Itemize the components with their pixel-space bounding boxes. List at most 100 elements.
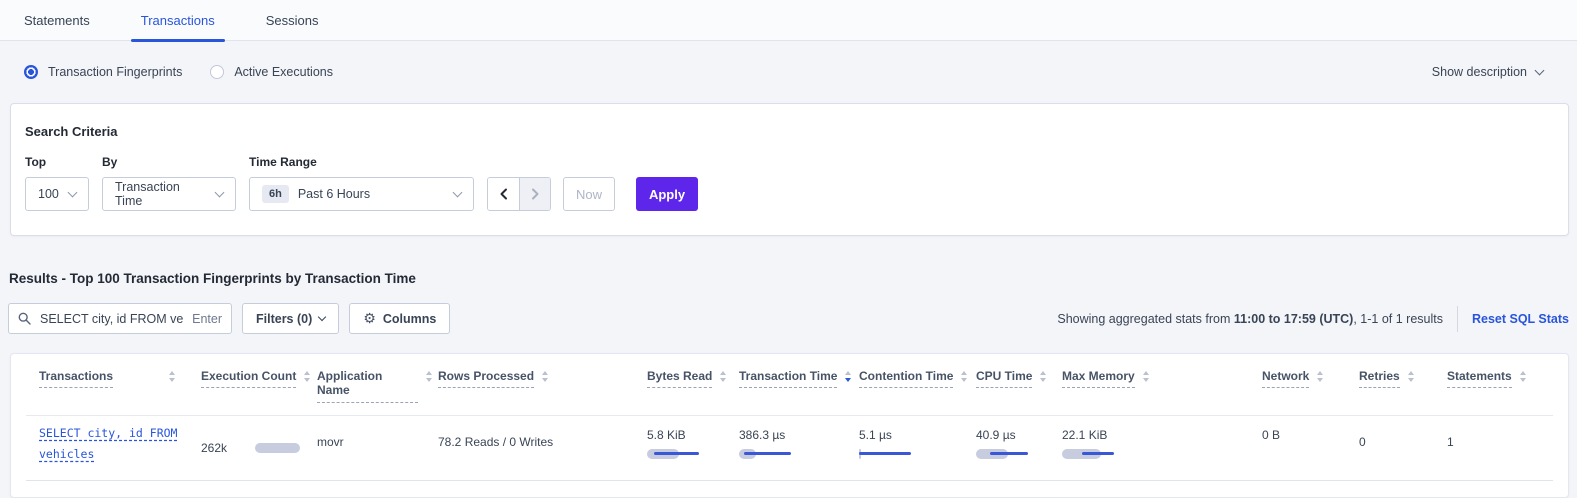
column-header-execution-count[interactable]: Execution Count [201, 369, 317, 403]
search-criteria-card: Search Criteria Top 100 By Transaction T… [10, 103, 1569, 236]
tab-statements[interactable]: Statements [14, 0, 100, 40]
column-header-max-memory[interactable]: Max Memory [1062, 369, 1262, 403]
radio-label: Active Executions [234, 65, 333, 79]
aggregated-stats-area: Showing aggregated stats from 11:00 to 1… [1057, 306, 1569, 332]
sort-icon[interactable] [1143, 371, 1149, 382]
chevron-down-icon [215, 187, 225, 197]
results-heading: Results - Top 100 Transaction Fingerprin… [9, 271, 1577, 286]
chevron-right-icon [528, 187, 542, 201]
bytes-read-bar [647, 449, 729, 459]
column-header-network[interactable]: Network [1262, 369, 1359, 403]
cpu-time-value: 40.9 µs [976, 428, 1052, 442]
radio-label: Transaction Fingerprints [48, 65, 182, 79]
column-header-transaction-time[interactable]: Transaction Time [739, 369, 859, 403]
sort-icon[interactable] [426, 371, 432, 382]
cell-application-name: movr [317, 416, 438, 466]
time-range-select[interactable]: 6h Past 6 Hours [249, 177, 474, 211]
column-header-bytes-read[interactable]: Bytes Read [647, 369, 739, 403]
enter-hint: Enter [192, 312, 222, 326]
vertical-divider [1457, 306, 1458, 332]
radio-active-executions[interactable]: Active Executions [210, 65, 333, 79]
column-header-label: Contention Time [859, 369, 953, 388]
chevron-down-icon [68, 187, 78, 197]
column-header-statements[interactable]: Statements [1447, 369, 1547, 403]
column-header-rows-processed[interactable]: Rows Processed [438, 369, 647, 403]
column-header-application-name[interactable]: Application Name [317, 369, 438, 403]
gear-icon: ⚙ [363, 312, 376, 326]
search-icon [18, 312, 31, 325]
chevron-down-icon [453, 187, 463, 197]
cell-transaction-time: 386.3 µs [739, 416, 859, 466]
stats-text: Showing aggregated stats from 11:00 to 1… [1057, 312, 1443, 326]
by-select[interactable]: Transaction Time [102, 177, 236, 211]
top-label: Top [25, 155, 89, 169]
sort-icon[interactable] [1520, 371, 1526, 382]
time-range-value: Past 6 Hours [298, 187, 370, 201]
reset-sql-stats-link[interactable]: Reset SQL Stats [1472, 312, 1569, 326]
column-header-cpu-time[interactable]: CPU Time [976, 369, 1062, 403]
time-range-badge: 6h [262, 185, 289, 203]
sort-icon[interactable] [169, 371, 175, 382]
sort-icon[interactable] [1040, 371, 1046, 382]
column-header-label: Network [1262, 369, 1309, 388]
radio-unselected-icon [210, 65, 224, 79]
column-header-label: Transactions [39, 369, 113, 388]
sort-icon[interactable] [720, 371, 726, 382]
column-header-label: CPU Time [976, 369, 1032, 388]
stats-range: 11:00 to 17:59 (UTC) [1234, 312, 1353, 326]
cell-max-memory: 22.1 KiB [1062, 416, 1262, 466]
view-toggle-bar: Transaction Fingerprints Active Executio… [0, 41, 1577, 103]
top-select-value: 100 [38, 187, 59, 201]
by-field: By Transaction Time [102, 155, 236, 211]
sort-icon-active-desc[interactable] [845, 371, 851, 382]
column-header-label: Execution Count [201, 369, 296, 388]
top-select[interactable]: 100 [25, 177, 89, 211]
cell-cpu-time: 40.9 µs [976, 416, 1062, 466]
sort-icon[interactable] [304, 371, 310, 382]
results-table: Transactions Execution Count Application… [10, 353, 1569, 498]
sort-icon[interactable] [542, 371, 548, 382]
cell-execution-count: 262k [201, 416, 317, 466]
by-label: By [102, 155, 236, 169]
column-header-contention-time[interactable]: Contention Time [859, 369, 976, 403]
sort-icon[interactable] [1317, 371, 1323, 382]
tab-label: Sessions [266, 13, 319, 28]
show-description-label: Show description [1432, 65, 1527, 79]
show-description-toggle[interactable]: Show description [1432, 65, 1543, 79]
time-range-label: Time Range [249, 155, 474, 169]
cell-statements: 1 [1447, 416, 1547, 466]
tab-label: Statements [24, 13, 90, 28]
column-header-retries[interactable]: Retries [1359, 369, 1447, 403]
transaction-fingerprint-link[interactable]: SELECT city, id FROM vehicles [39, 423, 191, 466]
column-header-label: Retries [1359, 369, 1400, 388]
search-input[interactable] [38, 311, 185, 327]
column-header-label: Statements [1447, 369, 1512, 388]
radio-transaction-fingerprints[interactable]: Transaction Fingerprints [24, 65, 182, 79]
contention-time-value: 5.1 µs [859, 428, 966, 442]
tab-sessions[interactable]: Sessions [256, 0, 329, 40]
column-header-label: Application Name [317, 369, 418, 403]
results-filter-row: Enter Filters (0) ⚙ Columns Showing aggr… [8, 303, 1569, 334]
filters-button[interactable]: Filters (0) [242, 303, 339, 334]
sort-icon[interactable] [961, 371, 967, 382]
execution-count-value: 262k [201, 441, 227, 455]
apply-button[interactable]: Apply [636, 177, 698, 211]
table-header-row: Transactions Execution Count Application… [11, 354, 1568, 403]
cell-network: 0 B [1262, 416, 1359, 466]
tab-transactions[interactable]: Transactions [131, 0, 225, 40]
page-tab-bar: Statements Transactions Sessions [0, 0, 1577, 41]
transaction-time-value: 386.3 µs [739, 428, 849, 442]
sort-icon[interactable] [1408, 371, 1414, 382]
columns-button[interactable]: ⚙ Columns [349, 303, 450, 334]
next-time-range-button[interactable] [519, 178, 550, 210]
previous-time-range-button[interactable] [488, 178, 519, 210]
now-button[interactable]: Now [563, 177, 615, 211]
stats-suffix: , 1-1 of 1 results [1353, 312, 1443, 326]
column-header-label: Bytes Read [647, 369, 712, 388]
statement-search-box: Enter [8, 303, 232, 334]
column-header-transactions[interactable]: Transactions [39, 369, 201, 403]
by-select-value: Transaction Time [115, 180, 207, 208]
cell-rows-processed: 78.2 Reads / 0 Writes [438, 416, 647, 466]
bytes-read-value: 5.8 KiB [647, 428, 729, 442]
table-row: SELECT city, id FROM vehicles 262k movr … [11, 416, 1568, 466]
